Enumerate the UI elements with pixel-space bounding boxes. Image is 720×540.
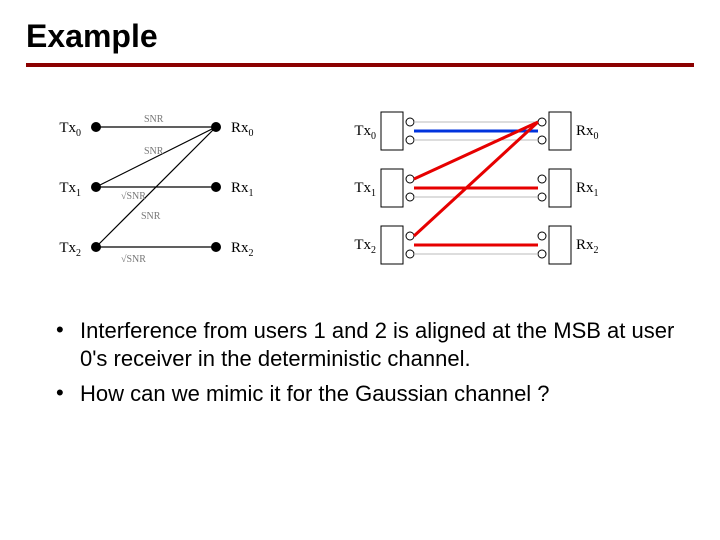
tx1-bit-hi <box>406 175 414 183</box>
edge-label-e20: SNR <box>141 211 161 222</box>
rx0-box <box>549 112 571 150</box>
label-rx2: Rx2 <box>231 240 254 259</box>
rx1-bit-hi <box>538 175 546 183</box>
bullet-list: • Interference from users 1 and 2 is ali… <box>56 317 694 408</box>
label-tx2: Tx2 <box>59 240 81 259</box>
right-label-rx1: Rx1 <box>576 180 599 199</box>
tx0-bit-lo <box>406 136 414 144</box>
right-label-tx2: Tx2 <box>354 237 376 256</box>
right-label-tx0: Tx0 <box>354 123 376 142</box>
edge-label-e22: √SNR <box>121 254 146 265</box>
tx2-bit-hi <box>406 232 414 240</box>
right-label-rx0: Rx0 <box>576 123 599 142</box>
tx1-bit-lo <box>406 193 414 201</box>
bullet-marker-icon: • <box>56 380 80 406</box>
label-tx0: Tx0 <box>59 120 81 139</box>
right-label-tx1: Tx1 <box>354 180 376 199</box>
edge-label-e00: SNR <box>144 114 164 125</box>
rx0-bit-lo <box>538 136 546 144</box>
tx2-bit-lo <box>406 250 414 258</box>
edge-label-e11: √SNR <box>121 191 146 202</box>
red-link-tx2-rx0 <box>414 122 538 236</box>
edge-label-e10: SNR <box>144 146 164 157</box>
label-tx1: Tx1 <box>59 180 81 199</box>
rx0-bit-hi <box>538 118 546 126</box>
bullet-item: • Interference from users 1 and 2 is ali… <box>56 317 694 372</box>
bullet-item: • How can we mimic it for the Gaussian c… <box>56 380 694 408</box>
page-title: Example <box>26 18 694 55</box>
rx2-bit-lo <box>538 250 546 258</box>
left-diagram: SNR SNR √SNR SNR √SNR Tx0 Tx1 Tx2 Rx0 Rx… <box>26 97 286 277</box>
rx1-box <box>549 169 571 207</box>
edge-tx1-rx0 <box>96 127 216 187</box>
rx1-bit-lo <box>538 193 546 201</box>
title-rule <box>26 63 694 67</box>
slide: Example SNR SNR <box>0 0 720 540</box>
tx0-bit-hi <box>406 118 414 126</box>
rx2-box <box>549 226 571 264</box>
right-label-rx2: Rx2 <box>576 237 599 256</box>
tx1-box <box>381 169 403 207</box>
label-rx1: Rx1 <box>231 180 254 199</box>
tx0-box <box>381 112 403 150</box>
bullet-text: How can we mimic it for the Gaussian cha… <box>80 380 694 408</box>
right-diagram: Tx0 Tx1 Tx2 Rx0 Rx1 Rx2 <box>326 97 626 277</box>
label-rx0: Rx0 <box>231 120 254 139</box>
tx2-box <box>381 226 403 264</box>
rx2-bit-hi <box>538 232 546 240</box>
bullet-marker-icon: • <box>56 317 80 343</box>
figure-row: SNR SNR √SNR SNR √SNR Tx0 Tx1 Tx2 Rx0 Rx… <box>26 97 694 277</box>
bullet-text: Interference from users 1 and 2 is align… <box>80 317 694 372</box>
